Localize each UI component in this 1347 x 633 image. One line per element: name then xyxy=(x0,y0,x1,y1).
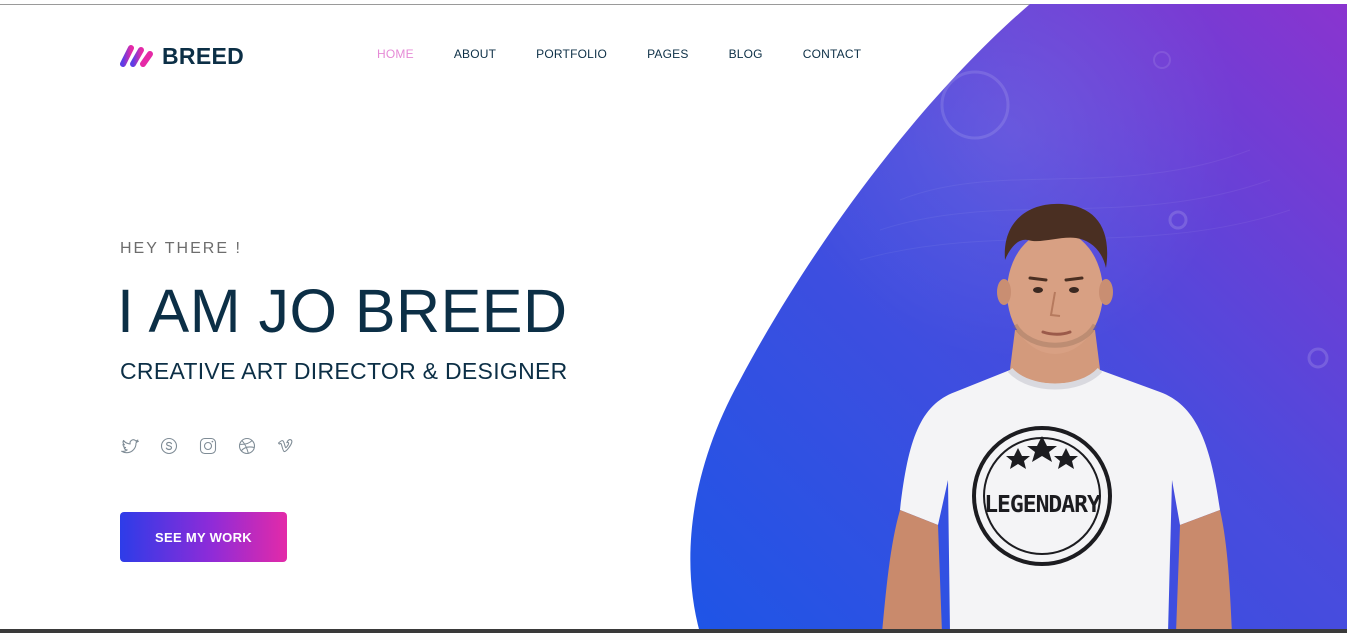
brand-name: BREED xyxy=(162,42,245,69)
shirt-print: LEGENDARY xyxy=(984,492,1101,518)
hero-eyebrow: HEY THERE ! xyxy=(120,240,242,257)
nav-contact[interactable]: CONTACT xyxy=(803,47,862,61)
instagram-icon[interactable] xyxy=(198,435,218,457)
nav-home[interactable]: HOME xyxy=(377,47,414,61)
nav-about[interactable]: ABOUT xyxy=(454,47,496,61)
nav-portfolio[interactable]: PORTFOLIO xyxy=(536,47,607,61)
skype-icon[interactable] xyxy=(159,435,179,457)
hero-headline: I AM JO BREED xyxy=(117,277,568,345)
twitter-icon[interactable] xyxy=(120,435,140,457)
hero-subline: CREATIVE ART DIRECTOR & DESIGNER xyxy=(120,358,568,384)
see-my-work-button[interactable]: SEE MY WORK xyxy=(120,512,287,562)
dribbble-icon[interactable] xyxy=(237,435,257,457)
social-links xyxy=(120,435,315,457)
brand-logo[interactable]: BREED xyxy=(120,42,244,70)
portrait-image: LEGENDARY xyxy=(882,203,1232,633)
brand-mark-icon xyxy=(120,45,153,67)
nav-blog[interactable]: BLOG xyxy=(729,47,763,61)
window-bottom-bar xyxy=(0,629,1347,633)
site-header: BREED HOME ABOUT PORTFOLIO PAGES BLOG CO… xyxy=(0,0,1347,110)
main-nav: HOME ABOUT PORTFOLIO PAGES BLOG CONTACT xyxy=(377,47,901,61)
nav-pages[interactable]: PAGES xyxy=(647,47,688,61)
vimeo-icon[interactable] xyxy=(276,435,296,457)
